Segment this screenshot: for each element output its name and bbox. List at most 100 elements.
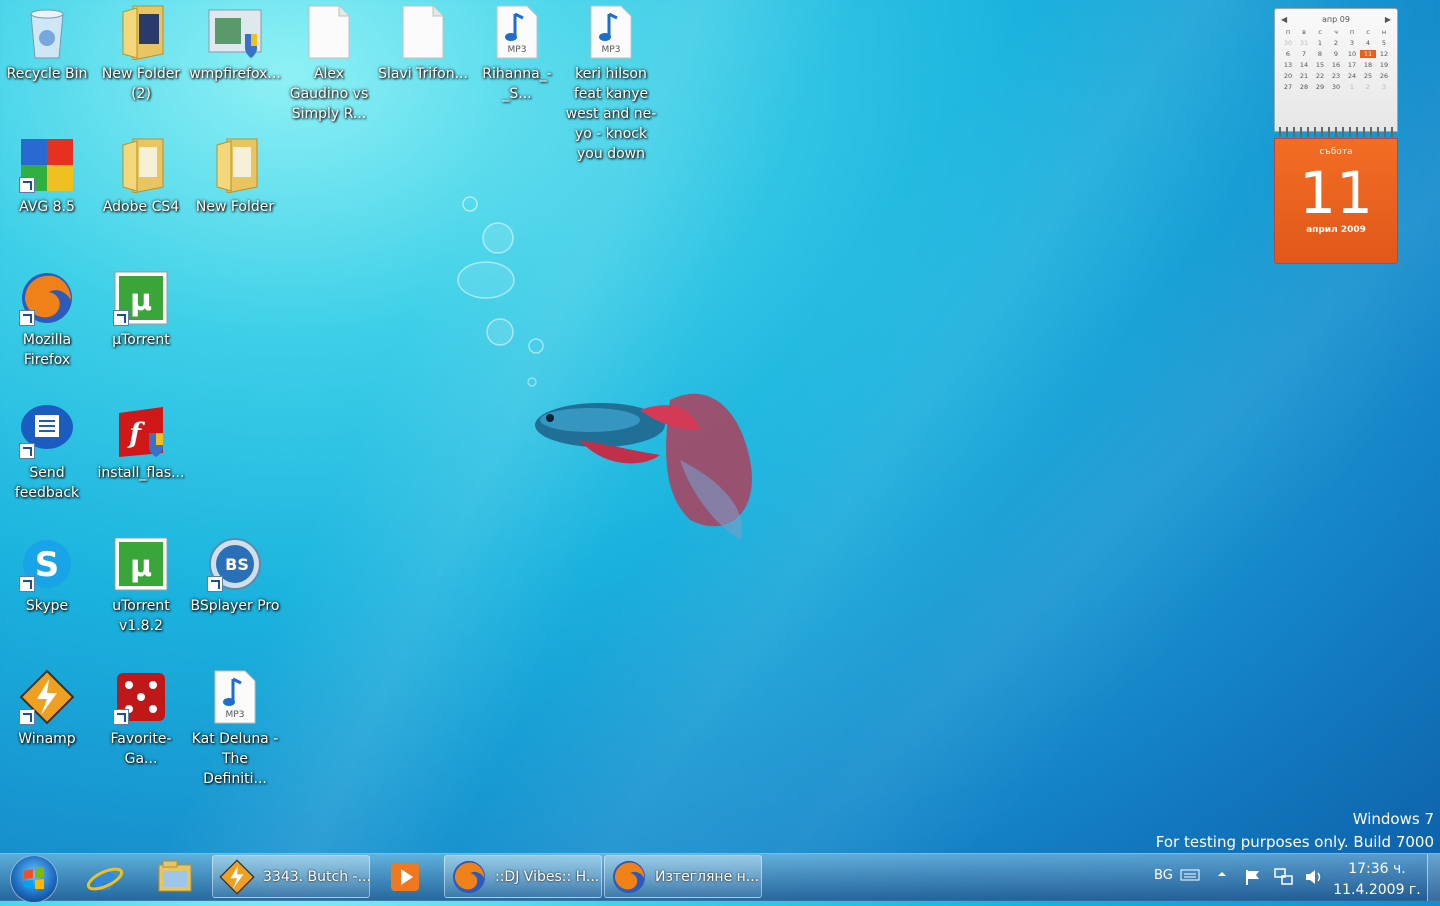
desktop-icon-label: install_flas... [97, 465, 185, 481]
calendar-day-cell[interactable]: 7 [1296, 50, 1312, 58]
installer-shield-icon [208, 9, 262, 58]
watermark-build: For testing purposes only. Build 7000 [1155, 833, 1434, 851]
language-indicator[interactable]: BG [1154, 868, 1173, 883]
calendar-day-cell[interactable]: 11 [1360, 50, 1376, 58]
recycle-bin-icon [30, 9, 64, 59]
desktop-icon-install-flash[interactable]: f install_flas... [95, 403, 187, 483]
calendar-day-cell[interactable]: 16 [1328, 61, 1344, 69]
calendar-day-cell[interactable]: 17 [1344, 61, 1360, 69]
desktop-icon-alex-gaudino[interactable]: Alex Gaudino vs Simply R... [283, 4, 375, 124]
calendar-day-cell[interactable]: 10 [1344, 50, 1360, 58]
calendar-day-cell[interactable]: 15 [1312, 61, 1328, 69]
calendar-day-cell[interactable]: 25 [1360, 72, 1376, 80]
desktop-icon-skype[interactable]: S Skype [1, 536, 93, 616]
calendar-day-cell[interactable]: 27 [1280, 83, 1296, 91]
calendar-day-cell[interactable]: 18 [1360, 61, 1376, 69]
calendar-day-cell[interactable]: 30 [1328, 83, 1344, 91]
calendar-day-cell[interactable]: 5 [1376, 39, 1392, 47]
wallpaper-fish [535, 393, 752, 540]
desktop-icon-favorite-games[interactable]: Favorite-Ga... [95, 669, 187, 769]
desktop-icon-send-feedback[interactable]: Send feedback [1, 403, 93, 503]
pinned-explorer[interactable] [150, 856, 200, 898]
calendar-day-cell[interactable]: 1 [1344, 83, 1360, 91]
calendar-day-cell[interactable]: 8 [1312, 50, 1328, 58]
calendar-day-cell[interactable]: 24 [1344, 72, 1360, 80]
volume-speaker-icon[interactable] [1304, 868, 1324, 890]
calendar-day-cell[interactable]: 29 [1312, 83, 1328, 91]
calendar-day-cell[interactable]: 2 [1328, 39, 1344, 47]
calendar-day-cell[interactable]: 3 [1344, 39, 1360, 47]
shortcut-arrow-icon [19, 177, 35, 193]
mp3-file-icon: MP3 [214, 670, 256, 724]
folder-icon [158, 860, 192, 892]
calendar-month-year: април 2009 [1306, 225, 1366, 235]
action-center-flag-icon[interactable] [1244, 868, 1262, 890]
svg-text:MP3: MP3 [508, 45, 527, 55]
calendar-day-cell[interactable]: 9 [1328, 50, 1344, 58]
folder-icon [122, 138, 164, 193]
prev-month-arrow-icon[interactable]: ◀ [1281, 15, 1287, 24]
start-button[interactable] [10, 855, 58, 903]
pinned-media-player[interactable] [380, 856, 430, 898]
desktop-icon-mozilla-firefox[interactable]: Mozilla Firefox [1, 270, 93, 370]
calendar-day-cell[interactable]: 31 [1296, 39, 1312, 47]
svg-text:µ: µ [130, 283, 152, 318]
show-desktop-button[interactable] [1427, 854, 1440, 901]
calendar-day-cell[interactable]: 13 [1280, 61, 1296, 69]
desktop-icon-new-folder[interactable]: New Folder [189, 137, 281, 217]
calendar-day-cell[interactable]: 19 [1376, 61, 1392, 69]
show-hidden-icons-chevron-icon[interactable] [1216, 868, 1228, 884]
desktop-icon-recycle-bin[interactable]: Recycle Bin [1, 4, 93, 84]
blank-file-icon [308, 5, 350, 59]
desktop-icon-label: uTorrent v1.8.2 [112, 598, 170, 634]
calendar-day-cell[interactable]: 23 [1328, 72, 1344, 80]
svg-text:µ: µ [130, 549, 152, 584]
calendar-day-cell[interactable]: 30 [1280, 39, 1296, 47]
calendar-day-cell[interactable]: 26 [1376, 72, 1392, 80]
desktop-icon-label: New Folder (2) [101, 66, 181, 102]
pinned-internet-explorer[interactable]: e [80, 856, 130, 899]
clock[interactable]: 17:36 ч. 11.4.2009 г. [1332, 859, 1422, 901]
calendar-nav: ◀ апр 09 ▶ [1275, 9, 1397, 26]
desktop-icon-kat-deluna[interactable]: MP3 Kat Deluna - The Definiti... [189, 669, 281, 789]
svg-text:S: S [35, 545, 60, 585]
firefox-icon [612, 860, 646, 893]
desktop-icon-winamp[interactable]: Winamp [1, 669, 93, 749]
desktop-icon-label: Mozilla Firefox [22, 332, 72, 368]
calendar-day-cell[interactable]: 3 [1376, 83, 1392, 91]
desktop-icon-new-folder-2[interactable]: New Folder (2) [95, 4, 187, 104]
taskbar-task-winamp[interactable]: 3343. Butch -... [212, 855, 370, 898]
desktop-icon-adobe-cs4[interactable]: Adobe CS4 [95, 137, 187, 217]
desktop-icon-bsplayer[interactable]: BS BSplayer Pro [189, 536, 281, 616]
desktop-icon-avg[interactable]: AVG 8.5 [1, 137, 93, 217]
network-icon[interactable] [1274, 868, 1294, 890]
calendar-day-cell[interactable]: 2 [1360, 83, 1376, 91]
taskbar-task-firefox-download[interactable]: Изтегляне н... [604, 855, 762, 898]
calendar-day-cell[interactable]: 20 [1280, 72, 1296, 80]
calendar-day-cell[interactable]: 6 [1280, 50, 1296, 58]
calendar-day-cell[interactable]: 28 [1296, 83, 1312, 91]
calendar-day-cell[interactable]: 4 [1360, 39, 1376, 47]
task-label: ::DJ Vibes:: H... [495, 868, 600, 885]
desktop-icon-utorrent[interactable]: µ µTorrent [95, 270, 187, 350]
calendar-day-cell[interactable]: 21 [1296, 72, 1312, 80]
desktop-icon-slavi-trifon[interactable]: Slavi Trifon... [377, 4, 469, 84]
calendar-day-view: събота 11 април 2009 [1274, 138, 1398, 264]
desktop-icon-wmpfirefox[interactable]: wmpfirefox... [189, 4, 281, 84]
build-watermark: Windows 7 For testing purposes only. Bui… [1156, 808, 1434, 854]
calendar-day-cell[interactable]: 1 [1312, 39, 1328, 47]
task-label: 3343. Butch -... [263, 868, 369, 885]
calendar-day-cell[interactable]: 12 [1376, 50, 1392, 58]
desktop-icon-utorrent-182[interactable]: µ uTorrent v1.8.2 [95, 536, 187, 636]
taskbar-task-firefox-dj-vibes[interactable]: ::DJ Vibes:: H... [444, 855, 602, 898]
calendar-gadget[interactable]: ◀ апр 09 ▶ п в с ч п с н 30 31 1 2 3 4 5 6 7 8 9 10 11 12 13 1… [1274, 8, 1398, 267]
keyboard-icon[interactable] [1180, 866, 1200, 886]
calendar-day-cell[interactable]: 14 [1296, 61, 1312, 69]
desktop-icon-label: Rihanna_-_S... [482, 66, 552, 102]
next-month-arrow-icon[interactable]: ▶ [1385, 15, 1391, 24]
calendar-day-cell[interactable]: 22 [1312, 72, 1328, 80]
desktop-icon-keri-hilson[interactable]: MP3 keri hilson feat kanye west and ne-y… [565, 4, 657, 164]
calendar-grid: п в с ч п с н 30 31 1 2 3 4 5 6 7 8 9 10 11 12 13 14 15 16 17 18 19… [1275, 26, 1397, 93]
desktop-icon-rihanna[interactable]: MP3 Rihanna_-_S... [471, 4, 563, 104]
desktop-icon-label: BSplayer Pro [190, 598, 280, 614]
